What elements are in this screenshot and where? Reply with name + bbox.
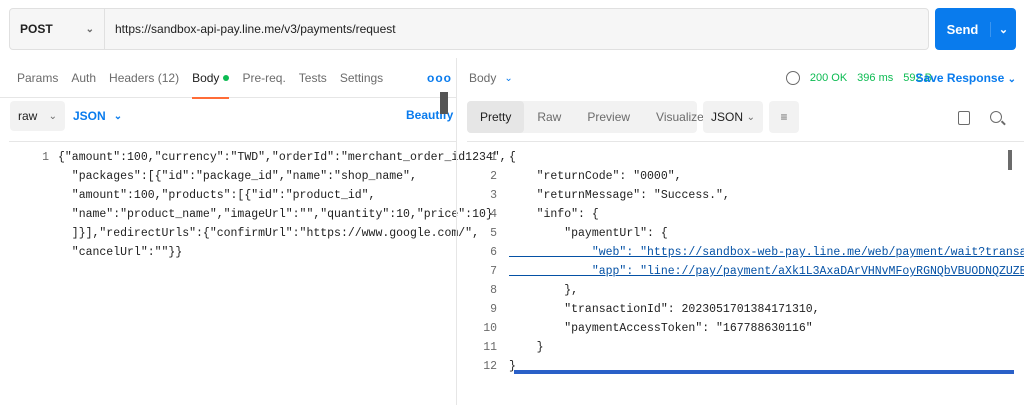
line-numbers: 1 2 3 4 5 6 7 8 9 10 11 12 [467, 148, 497, 376]
vertical-scrollbar[interactable] [1008, 150, 1012, 170]
tab-tests[interactable]: Tests [299, 58, 327, 98]
code-line: } [509, 341, 544, 354]
code-line: "paymentUrl": { [509, 227, 668, 240]
body-format-select[interactable]: JSON ⌄ [73, 109, 122, 123]
pane-divider[interactable] [456, 58, 457, 405]
response-status: 200 OK 396 ms 592 B [776, 58, 932, 98]
tab-preview[interactable]: Preview [574, 101, 643, 133]
code-line: "packages":[{"id":"package_id","name":"s… [58, 170, 417, 183]
body-format-label: JSON [73, 109, 106, 123]
line-number: 2 [490, 170, 497, 183]
tab-headers[interactable]: Headers (12) [109, 58, 179, 98]
line-number: 12 [483, 360, 497, 373]
web-payment-link[interactable]: "web": "https://sandbox-web-pay.line.me/… [509, 243, 1024, 262]
send-button[interactable]: Send ⌄ [935, 8, 1016, 50]
url-bar: POST ⌄ https://sandbox-api-pay.line.me/v… [9, 8, 929, 50]
code-line: }, [509, 284, 579, 297]
request-body-editor[interactable]: 1 {"amount":100,"currency":"TWD","orderI… [9, 141, 507, 405]
code-lines: { "returnCode": "0000", "returnMessage":… [509, 148, 1024, 376]
body-type-label: raw [18, 109, 38, 123]
line-number: 5 [490, 227, 497, 240]
code-line: "returnMessage": "Success.", [509, 189, 730, 202]
status-code[interactable]: 200 OK [810, 72, 847, 84]
chevron-down-icon: ⌄ [48, 110, 57, 122]
chevron-down-icon: ⌄ [1007, 74, 1016, 85]
line-number: 1 [490, 151, 497, 164]
text-cursor-icon [440, 92, 448, 114]
url-input[interactable]: https://sandbox-api-pay.line.me/v3/payme… [105, 22, 396, 36]
tab-body-label: Body [192, 70, 220, 85]
chevron-down-icon: ⌄ [504, 72, 513, 84]
tab-params[interactable]: Params [17, 58, 58, 98]
tab-auth[interactable]: Auth [71, 58, 96, 98]
response-format-select[interactable]: JSON ⌄ [703, 101, 763, 133]
response-format-label: JSON [711, 110, 744, 124]
code-line: "info": { [509, 208, 599, 221]
code-line: "paymentAccessToken": "167788630116" [509, 322, 813, 335]
response-time[interactable]: 396 ms [857, 72, 893, 84]
horizontal-scrollbar[interactable] [514, 370, 1014, 374]
body-type-select[interactable]: raw ⌄ [10, 101, 65, 131]
response-header: Body ⌄ 200 OK 396 ms 592 B Save Response… [457, 58, 1024, 98]
code-line: { [509, 151, 516, 164]
line-number: 7 [490, 265, 497, 278]
send-label: Send [935, 21, 991, 37]
headers-count: (12) [157, 70, 180, 85]
code-line: "name":"product_name","imageUrl":"","qua… [58, 208, 493, 221]
code-line: ]}],"redirectUrls":{"confirmUrl":"https:… [58, 227, 479, 240]
response-view-tabs: Pretty Raw Preview Visualize [467, 101, 704, 133]
chevron-down-icon: ⌄ [113, 110, 123, 122]
chevron-down-icon[interactable]: ⌄ [991, 23, 1016, 36]
save-response-button[interactable]: Save Response ⌄ [916, 58, 1016, 98]
chevron-down-icon: ⌄ [746, 111, 755, 123]
tab-body[interactable]: Body [192, 58, 230, 99]
line-numbers: 1 [9, 148, 49, 167]
line-number: 8 [490, 284, 497, 297]
save-response-label: Save Response [915, 71, 1005, 85]
code-line: "cancelUrl":""}} [58, 246, 183, 259]
search-icon[interactable] [990, 111, 1002, 123]
method-label: POST [20, 22, 53, 36]
line-number: 3 [490, 189, 497, 202]
tab-prereq[interactable]: Pre-req. [242, 58, 285, 98]
method-select[interactable]: POST ⌄ [10, 9, 105, 49]
app-payment-link[interactable]: "app": "line://pay/payment/aXk1L3AxaDArV… [509, 262, 1024, 281]
globe-icon[interactable] [785, 71, 800, 85]
line-number: 1 [42, 151, 49, 164]
line-number: 9 [490, 303, 497, 316]
body-indicator-dot [223, 75, 230, 82]
code-lines: {"amount":100,"currency":"TWD","orderId"… [58, 148, 507, 262]
tab-pretty[interactable]: Pretty [467, 101, 525, 133]
line-number: 4 [490, 208, 497, 221]
line-number: 11 [483, 341, 497, 354]
tab-headers-label: Headers [109, 70, 155, 85]
response-body-select[interactable]: Body ⌄ [469, 71, 513, 85]
request-tabs: Params Auth Headers (12) Body Pre-req. T… [0, 58, 456, 99]
line-number: 6 [490, 246, 497, 259]
chevron-down-icon: ⌄ [85, 23, 94, 35]
code-line: "amount":100,"products":[{"id":"product_… [58, 189, 376, 202]
copy-icon[interactable] [958, 111, 970, 125]
code-line: "transactionId": 2023051701384171310, [509, 303, 820, 316]
response-body-viewer[interactable]: 1 2 3 4 5 6 7 8 9 10 11 12 { "returnCode… [467, 141, 1024, 405]
line-number: 10 [483, 322, 497, 335]
code-line: {"amount":100,"currency":"TWD","orderId"… [58, 151, 507, 164]
response-body-label: Body [469, 71, 497, 85]
wrap-lines-icon[interactable]: ≡ [769, 101, 799, 133]
code-line: "returnCode": "0000", [509, 170, 682, 183]
body-options: raw ⌄ JSON ⌄ [0, 99, 456, 133]
tab-settings[interactable]: Settings [340, 58, 383, 98]
tab-raw[interactable]: Raw [524, 101, 574, 133]
